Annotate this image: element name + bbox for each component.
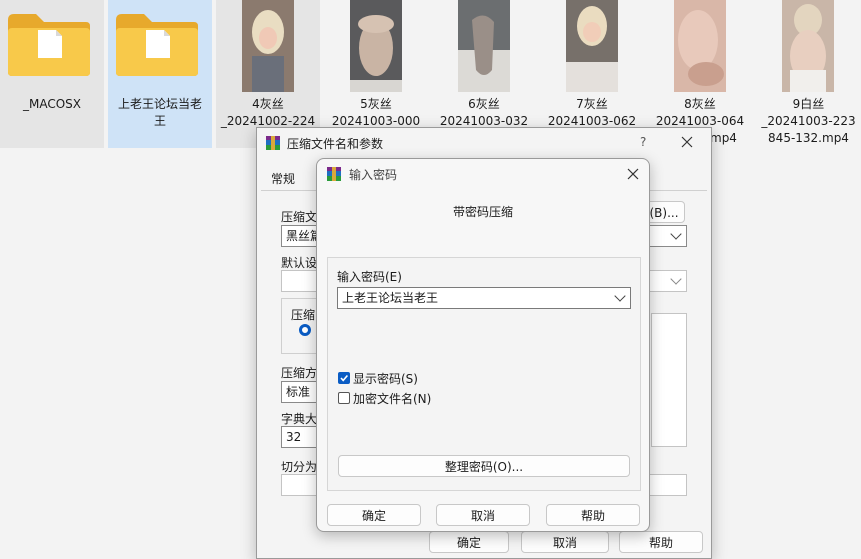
- dialog-titlebar: 压缩文件名和参数 ?: [257, 128, 711, 158]
- archive-name-label: 压缩文: [281, 210, 318, 224]
- video-thumbnail: [458, 0, 510, 92]
- default-profile-label: 默认设: [281, 256, 318, 270]
- checkmark-icon: [340, 374, 349, 382]
- winrar-icon: [327, 167, 341, 181]
- dictionary-label: 字典大: [281, 412, 318, 426]
- password-ok-button[interactable]: 确定: [327, 504, 421, 526]
- file-name: 8灰丝: [684, 97, 716, 111]
- chevron-down-icon: [670, 228, 682, 240]
- video-tile-5[interactable]: 5灰丝 20241003-000: [324, 0, 428, 148]
- password-heading: 带密码压缩: [452, 205, 513, 219]
- format-radio[interactable]: [299, 324, 311, 336]
- password-label: 输入密码(E): [337, 270, 402, 284]
- password-dialog: 输入密码 带密码压缩 输入密码(E) 上老王论坛当老王 显示密码(S) 加密文件…: [316, 158, 650, 532]
- folder-icon: [8, 14, 90, 76]
- file-name: 6灰丝: [468, 97, 500, 111]
- video-thumbnail: [350, 0, 402, 92]
- archive-help-button[interactable]: 帮助: [619, 531, 703, 553]
- winrar-icon: [266, 136, 280, 150]
- video-tile-6[interactable]: 6灰丝 20241003-032: [432, 0, 536, 148]
- method-label: 压缩方: [281, 366, 318, 380]
- archive-ok-button[interactable]: 确定: [429, 531, 509, 553]
- dialog-titlebar: 输入密码: [317, 159, 649, 189]
- password-panel: 输入密码(E) 上老王论坛当老王 显示密码(S) 加密文件名(N) 整理密码(O…: [327, 257, 641, 491]
- folder-icon: [116, 14, 198, 76]
- file-name: 5灰丝: [360, 97, 392, 111]
- video-tile-4[interactable]: 4灰丝 _20241002-224 140-: [216, 0, 320, 148]
- options-panel: [651, 313, 687, 447]
- dialog-title: 输入密码: [349, 168, 398, 182]
- password-help-button[interactable]: 帮助: [546, 504, 640, 526]
- file-name-line3: 845-132.mp4: [768, 131, 849, 145]
- video-tile-9[interactable]: 9白丝 _20241003-223 845-132.mp4: [756, 0, 861, 148]
- dictionary-value: 32: [286, 430, 302, 444]
- chevron-down-icon: [670, 273, 682, 285]
- folder-tile-laowang[interactable]: 上老王论坛当老王: [108, 0, 212, 148]
- password-value: 上老王论坛当老王: [342, 291, 439, 305]
- video-tile-7[interactable]: 7灰丝 20241003-062: [540, 0, 644, 148]
- method-value: 标准: [286, 385, 311, 399]
- help-icon[interactable]: ?: [640, 135, 646, 149]
- archive-cancel-button[interactable]: 取消: [521, 531, 609, 553]
- video-tile-8[interactable]: 8灰丝 20241003-064 mp4: [648, 0, 752, 148]
- file-name: 9白丝: [792, 97, 825, 111]
- dialog-title: 压缩文件名和参数: [287, 137, 384, 151]
- show-password-label[interactable]: 显示密码(S): [353, 370, 418, 387]
- password-input[interactable]: 上老王论坛当老王: [337, 287, 631, 309]
- show-password-checkbox[interactable]: [338, 372, 350, 384]
- file-name: 4灰丝: [252, 97, 284, 111]
- close-icon[interactable]: [627, 168, 639, 180]
- file-name: 上老王论坛当老王: [117, 97, 202, 128]
- split-label: 切分为: [281, 460, 318, 474]
- video-thumbnail: [782, 0, 834, 92]
- organize-passwords-button[interactable]: 整理密码(O)...: [338, 455, 630, 477]
- file-name: _MACOSX: [22, 97, 81, 111]
- close-icon[interactable]: [681, 136, 693, 148]
- format-group-label: 压缩: [291, 308, 316, 322]
- video-thumbnail: [566, 0, 618, 92]
- encrypt-names-label[interactable]: 加密文件名(N): [353, 390, 431, 407]
- password-cancel-button[interactable]: 取消: [436, 504, 530, 526]
- file-name-line2: _20241003-223: [761, 114, 856, 128]
- file-name: 7灰丝: [576, 97, 608, 111]
- encrypt-names-checkbox[interactable]: [338, 392, 350, 404]
- video-thumbnail: [242, 0, 294, 92]
- tab-general[interactable]: 常规: [271, 170, 295, 187]
- chevron-down-icon: [614, 290, 626, 302]
- video-thumbnail: [674, 0, 726, 92]
- folder-tile-macosx[interactable]: _MACOSX: [0, 0, 104, 148]
